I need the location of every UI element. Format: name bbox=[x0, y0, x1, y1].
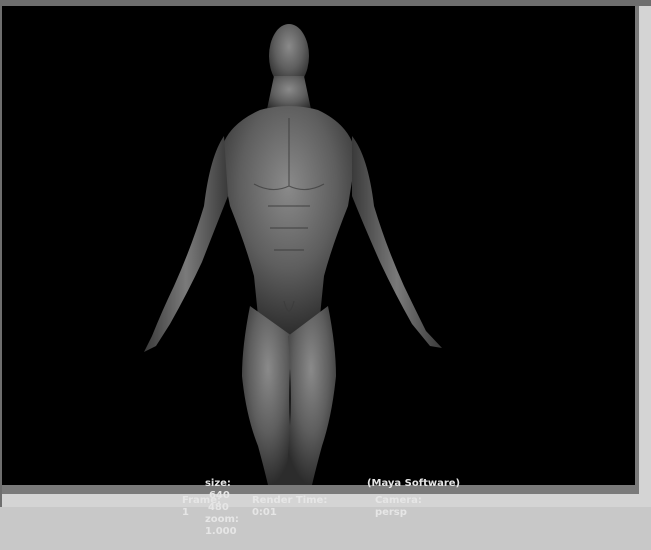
rendered-human-figure bbox=[144, 24, 442, 485]
camera-info: Camera: persp bbox=[361, 483, 422, 531]
render-time-value: 0:01 bbox=[251, 507, 277, 518]
camera-label: Camera: bbox=[374, 495, 422, 506]
frame-value: 1 bbox=[181, 507, 189, 518]
render-time-label: Render Time: bbox=[251, 495, 328, 506]
camera-value: persp bbox=[374, 507, 407, 518]
frame-label: Frame: bbox=[181, 495, 222, 506]
figure-body bbox=[144, 24, 442, 485]
right-panel bbox=[639, 6, 651, 507]
render-viewport[interactable] bbox=[2, 6, 635, 485]
frame-info: Frame: 1 bbox=[168, 483, 221, 531]
render-time-info: Render Time: 0:01 bbox=[238, 483, 327, 531]
render-view-window: size: 640 480 zoom: 1.000 (Maya Software… bbox=[0, 0, 651, 537]
